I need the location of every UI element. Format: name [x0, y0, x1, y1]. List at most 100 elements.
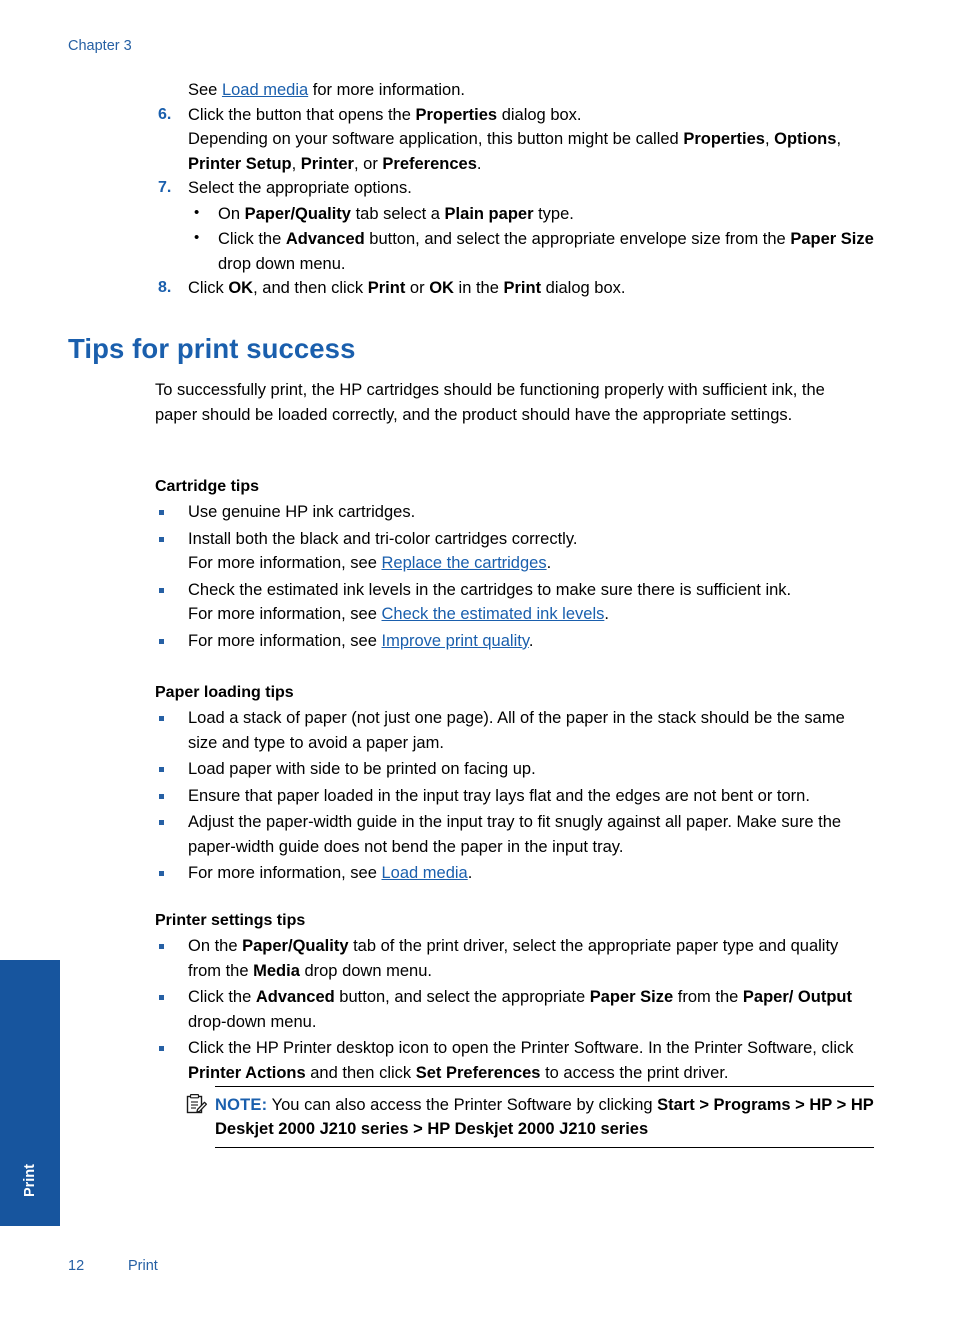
text-run: Check the estimated ink levels in the ca… [188, 580, 792, 599]
step-item: 6. Click the button that opens the Proper… [68, 103, 878, 177]
page-title: Tips for print success [68, 333, 356, 364]
section-printer-settings-tips: Printer settings tips On the Paper/Qualit… [155, 912, 873, 1087]
emphasis-text: Print [367, 279, 406, 297]
text-run: in the [453, 279, 504, 297]
text-run: button, and select the appropriate envel… [364, 230, 791, 248]
side-thumb-tab-label: Print [22, 1164, 38, 1198]
emphasis-text: Properties [683, 130, 765, 148]
step-line: Click the button that opens the Properti… [188, 103, 878, 128]
text-run: , [836, 130, 842, 148]
step-sub-bullet: On Paper/Quality tab select a Plain pape… [188, 201, 878, 227]
footer-page-number: 12 [68, 1258, 85, 1274]
text-run: . [476, 154, 482, 173]
section-title: Cartridge tips [155, 478, 260, 495]
text-run: , [764, 130, 775, 148]
section-title: Printer settings tips [155, 912, 306, 929]
text-run: , [291, 154, 301, 173]
note-callout: NOTE: You can also access the Printer So… [186, 1086, 874, 1148]
text-run: or [405, 279, 430, 297]
emphasis-text: Printer Actions [188, 1063, 306, 1082]
side-thumb-tab-print: Print [0, 960, 60, 1226]
text-run: drop down menu. [299, 961, 432, 980]
text-run: type. [533, 204, 574, 223]
text-run: For more information, see [188, 605, 382, 623]
text-run: dialog box. [541, 279, 626, 297]
text-run: drop-down menu. [188, 1012, 317, 1031]
step-sub-bullet-list: On Paper/Quality tab select a Plain pape… [188, 201, 878, 277]
text-run: On [218, 204, 245, 223]
section-bullet-item: Load a stack of paper (not just one page… [155, 706, 873, 755]
emphasis-text: Set Preferences [415, 1063, 541, 1082]
section-paper-loading-tips: Paper loading tips Load a stack of paper … [155, 684, 873, 888]
note-clipboard-icon [186, 1093, 208, 1115]
steps-intro-prefix: See [188, 81, 222, 99]
link-load-media-intro[interactable]: Load media [222, 81, 308, 99]
step-number: 8. [158, 279, 172, 296]
section-bullet-item: On the Paper/Quality tab of the print dr… [155, 934, 873, 983]
section-bullet-item: Use genuine HP ink cartridges. [155, 500, 873, 525]
step-sub-bullet: Click the Advanced button, and select th… [188, 226, 878, 276]
emphasis-text: Options [774, 130, 837, 148]
text-run: from the [673, 988, 743, 1006]
text-run: Load paper with side to be printed on fa… [188, 760, 536, 778]
doclink[interactable]: Check the estimated ink levels [382, 605, 605, 623]
text-run: For more information, see [188, 554, 382, 572]
doclink[interactable]: Load media [382, 864, 468, 882]
section-cartridge-tips: Cartridge tips Use genuine HP ink cartrid… [155, 478, 873, 655]
steps-list: 6. Click the button that opens the Proper… [68, 103, 878, 301]
emphasis-text: Paper/Quality [244, 204, 351, 223]
note-body: NOTE: You can also access the Printer So… [186, 1087, 874, 1147]
text-run: For more information, see [188, 864, 382, 882]
text-run: and then click [305, 1063, 416, 1082]
emphasis-text: Printer [300, 154, 354, 173]
text-run: , and then click [253, 279, 368, 297]
text-run: . [467, 864, 473, 882]
text-run: . [528, 631, 534, 650]
text-run: Click the HP Printer desktop icon to ope… [188, 1039, 854, 1057]
steps-intro-line: See Load media for more information. [188, 78, 878, 103]
text-run: to access the print driver. [540, 1063, 729, 1082]
text-run: . [546, 554, 552, 572]
text-run: drop down menu. [218, 254, 346, 273]
chapter-running-head: Chapter 3 [68, 38, 132, 54]
section-bullet-list: On the Paper/Quality tab of the print dr… [155, 934, 873, 1085]
step-item: 7. Select the appropriate options. On Pape… [68, 176, 878, 276]
text-run: dialog box. [497, 105, 582, 124]
text-run: You can also access the Printer Software… [271, 1096, 658, 1114]
text-run: Click the [218, 230, 286, 248]
emphasis-text: Advanced [255, 988, 335, 1006]
footer-section-label: Print [128, 1258, 158, 1274]
emphasis-text: Paper Size [589, 988, 674, 1006]
emphasis-text: Paper/Quality [242, 937, 349, 955]
text-run: Install both the black and tri-color car… [188, 529, 578, 548]
text-run: , or [353, 154, 383, 173]
section-title: Paper loading tips [155, 684, 294, 701]
section-bullet-item: For more information, see Improve print … [155, 629, 873, 654]
section-bullet-item: Install both the black and tri-color car… [155, 527, 873, 576]
emphasis-text: Paper Size [790, 230, 874, 248]
procedure-steps-container: See Load media for more information. 6. C… [68, 78, 878, 301]
note-text: You can also access the Printer Software… [215, 1096, 873, 1138]
text-run: Click [188, 279, 229, 297]
text-run: tab select a [350, 204, 445, 223]
section-bullet-item: Ensure that paper loaded in the input tr… [155, 784, 873, 809]
doclink[interactable]: Improve print quality [382, 632, 529, 650]
doclink[interactable]: Replace the cartridges [382, 554, 547, 572]
document-page: Chapter 3 Print See Load media for more … [0, 0, 954, 1321]
emphasis-text: Plain paper [444, 204, 534, 223]
section-bullet-item: Check the estimated ink levels in the ca… [155, 578, 873, 627]
section-bullet-list: Load a stack of paper (not just one page… [155, 706, 873, 886]
step-number: 7. [158, 179, 172, 196]
step-line: Depending on your software application, … [188, 127, 878, 176]
step-line: Select the appropriate options. [188, 176, 878, 201]
note-label: NOTE: [215, 1096, 268, 1114]
text-run: For more information, see [188, 631, 382, 650]
text-run: Depending on your software application, … [188, 130, 684, 148]
emphasis-text: Paper/ Output [742, 988, 852, 1006]
emphasis-text: Printer Setup [188, 154, 292, 173]
emphasis-text: Preferences [382, 154, 477, 173]
section-bullet-list: Use genuine HP ink cartridges. Install bo… [155, 500, 873, 653]
text-run: Ensure that paper loaded in the input tr… [188, 786, 810, 805]
steps-intro-suffix: for more information. [308, 81, 465, 99]
section-bullet-item: Click the Advanced button, and select th… [155, 985, 873, 1034]
